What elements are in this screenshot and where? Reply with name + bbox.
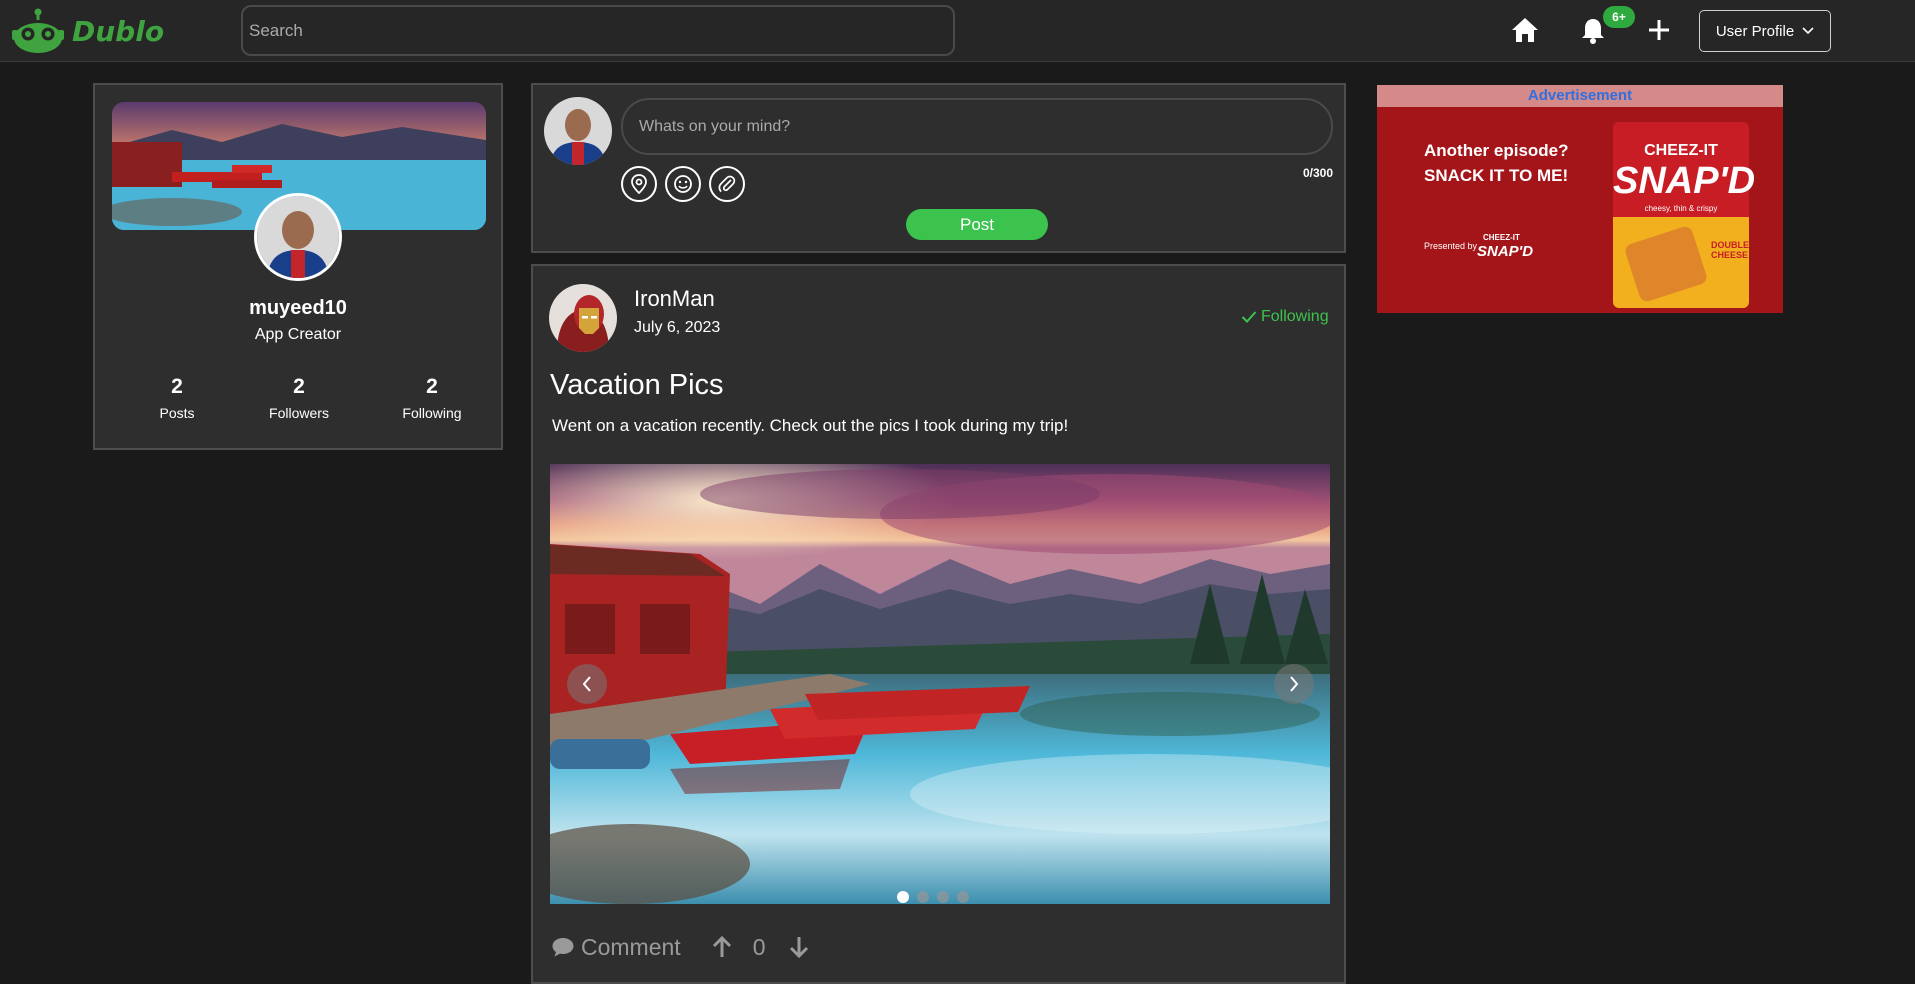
- author-avatar[interactable]: [549, 284, 617, 352]
- post-title: Vacation Pics: [550, 369, 724, 401]
- chevron-right-icon: [1290, 676, 1299, 692]
- checkmark-icon: [1241, 311, 1257, 323]
- stat-value: 2: [293, 375, 305, 398]
- ad-product-bag: CHEEZ-IT SNAP'D cheesy, thin & crispy DO…: [1613, 122, 1756, 308]
- search-bar[interactable]: [241, 5, 955, 56]
- carousel-dot[interactable]: [897, 891, 909, 903]
- composer-avatar: [544, 97, 612, 165]
- stat-label: Posts: [159, 405, 195, 421]
- ad-presented-by: Presented by: [1424, 241, 1478, 251]
- downvote-button[interactable]: [788, 935, 810, 959]
- navbar: Dublo 6+ User Profile: [0, 0, 1915, 62]
- comment-label: Comment: [581, 933, 681, 960]
- carousel-next-button[interactable]: [1274, 664, 1314, 704]
- upvote-button[interactable]: [711, 935, 733, 959]
- location-icon[interactable]: [621, 166, 657, 202]
- post-text-input[interactable]: Whats on your mind?: [621, 98, 1333, 155]
- carousel-dot[interactable]: [937, 891, 949, 903]
- ad-brand-small: CHEEZ-IT: [1483, 233, 1520, 242]
- stat-label: Followers: [269, 405, 329, 421]
- post-actions: Comment 0: [551, 932, 810, 962]
- stat-label: Following: [402, 405, 462, 421]
- profile-role: App Creator: [254, 326, 342, 343]
- app-name: Dublo: [72, 14, 165, 48]
- carousel-indicators: [897, 891, 969, 903]
- comment-icon: [552, 938, 574, 957]
- post-composer: Whats on your mind? 0/300 Post: [531, 83, 1346, 253]
- chevron-left-icon: [582, 676, 591, 692]
- post-date: July 6, 2023: [634, 319, 721, 336]
- stat-value: 2: [426, 375, 438, 398]
- post-author[interactable]: IronMan: [634, 286, 715, 312]
- lake-photo: [550, 464, 1330, 904]
- feed-post: IronMan July 6, 2023 Following Vacation …: [531, 264, 1346, 984]
- carousel-prev-button[interactable]: [567, 664, 607, 704]
- plus-icon[interactable]: [1643, 14, 1675, 46]
- app-logo[interactable]: Dublo: [10, 8, 164, 54]
- stat-value: 2: [171, 375, 183, 398]
- home-icon[interactable]: [1509, 14, 1541, 46]
- post-body: Went on a vacation recently. Check out t…: [552, 416, 1069, 435]
- image-carousel[interactable]: [550, 464, 1330, 904]
- profile-card: muyeed10 App Creator 2 Posts 2 Followers…: [93, 83, 503, 450]
- stat-following[interactable]: 2 Following: [377, 375, 487, 421]
- emoji-icon[interactable]: [665, 166, 701, 202]
- notification-badge: 6+: [1603, 6, 1635, 28]
- user-profile-label: User Profile: [1715, 22, 1795, 40]
- follow-status-label: Following: [1261, 308, 1329, 325]
- ad-brand-small-2: SNAP'D: [1477, 243, 1534, 260]
- arrow-down-icon: [789, 937, 808, 959]
- follow-status-button[interactable]: Following: [1241, 308, 1329, 326]
- stat-followers[interactable]: 2 Followers: [244, 375, 354, 421]
- attachment-icon[interactable]: [709, 166, 745, 202]
- ad-header: Advertisement: [1377, 85, 1783, 107]
- arrow-up-icon: [712, 935, 731, 957]
- carousel-dot[interactable]: [957, 891, 969, 903]
- search-input[interactable]: [249, 20, 947, 41]
- post-button[interactable]: Post: [906, 209, 1048, 240]
- ad-bag-flavor: DOUBLE CHEESE: [1711, 240, 1749, 260]
- stat-posts[interactable]: 2 Posts: [122, 375, 232, 421]
- ad-bag-brand: CHEEZ-IT: [1644, 142, 1718, 159]
- ad-bag-product: SNAP'D: [1613, 160, 1756, 202]
- comment-button[interactable]: Comment: [551, 934, 681, 961]
- user-avatar[interactable]: [254, 193, 342, 281]
- robot-logo-icon: [10, 8, 66, 54]
- ad-line-2: SNACK IT TO ME!: [1424, 166, 1569, 185]
- user-profile-dropdown[interactable]: User Profile: [1699, 10, 1831, 52]
- advertisement-banner[interactable]: Advertisement Another episode? SNACK IT …: [1377, 85, 1783, 313]
- ad-line-1: Another episode?: [1424, 141, 1569, 160]
- vote-count: 0: [752, 933, 766, 960]
- carousel-dot[interactable]: [917, 891, 929, 903]
- chevron-down-icon: [1802, 27, 1814, 35]
- ad-bag-sub: cheesy, thin & crispy: [1644, 204, 1718, 213]
- profile-username: muyeed10: [249, 297, 347, 319]
- char-counter: 0/300: [1303, 166, 1334, 180]
